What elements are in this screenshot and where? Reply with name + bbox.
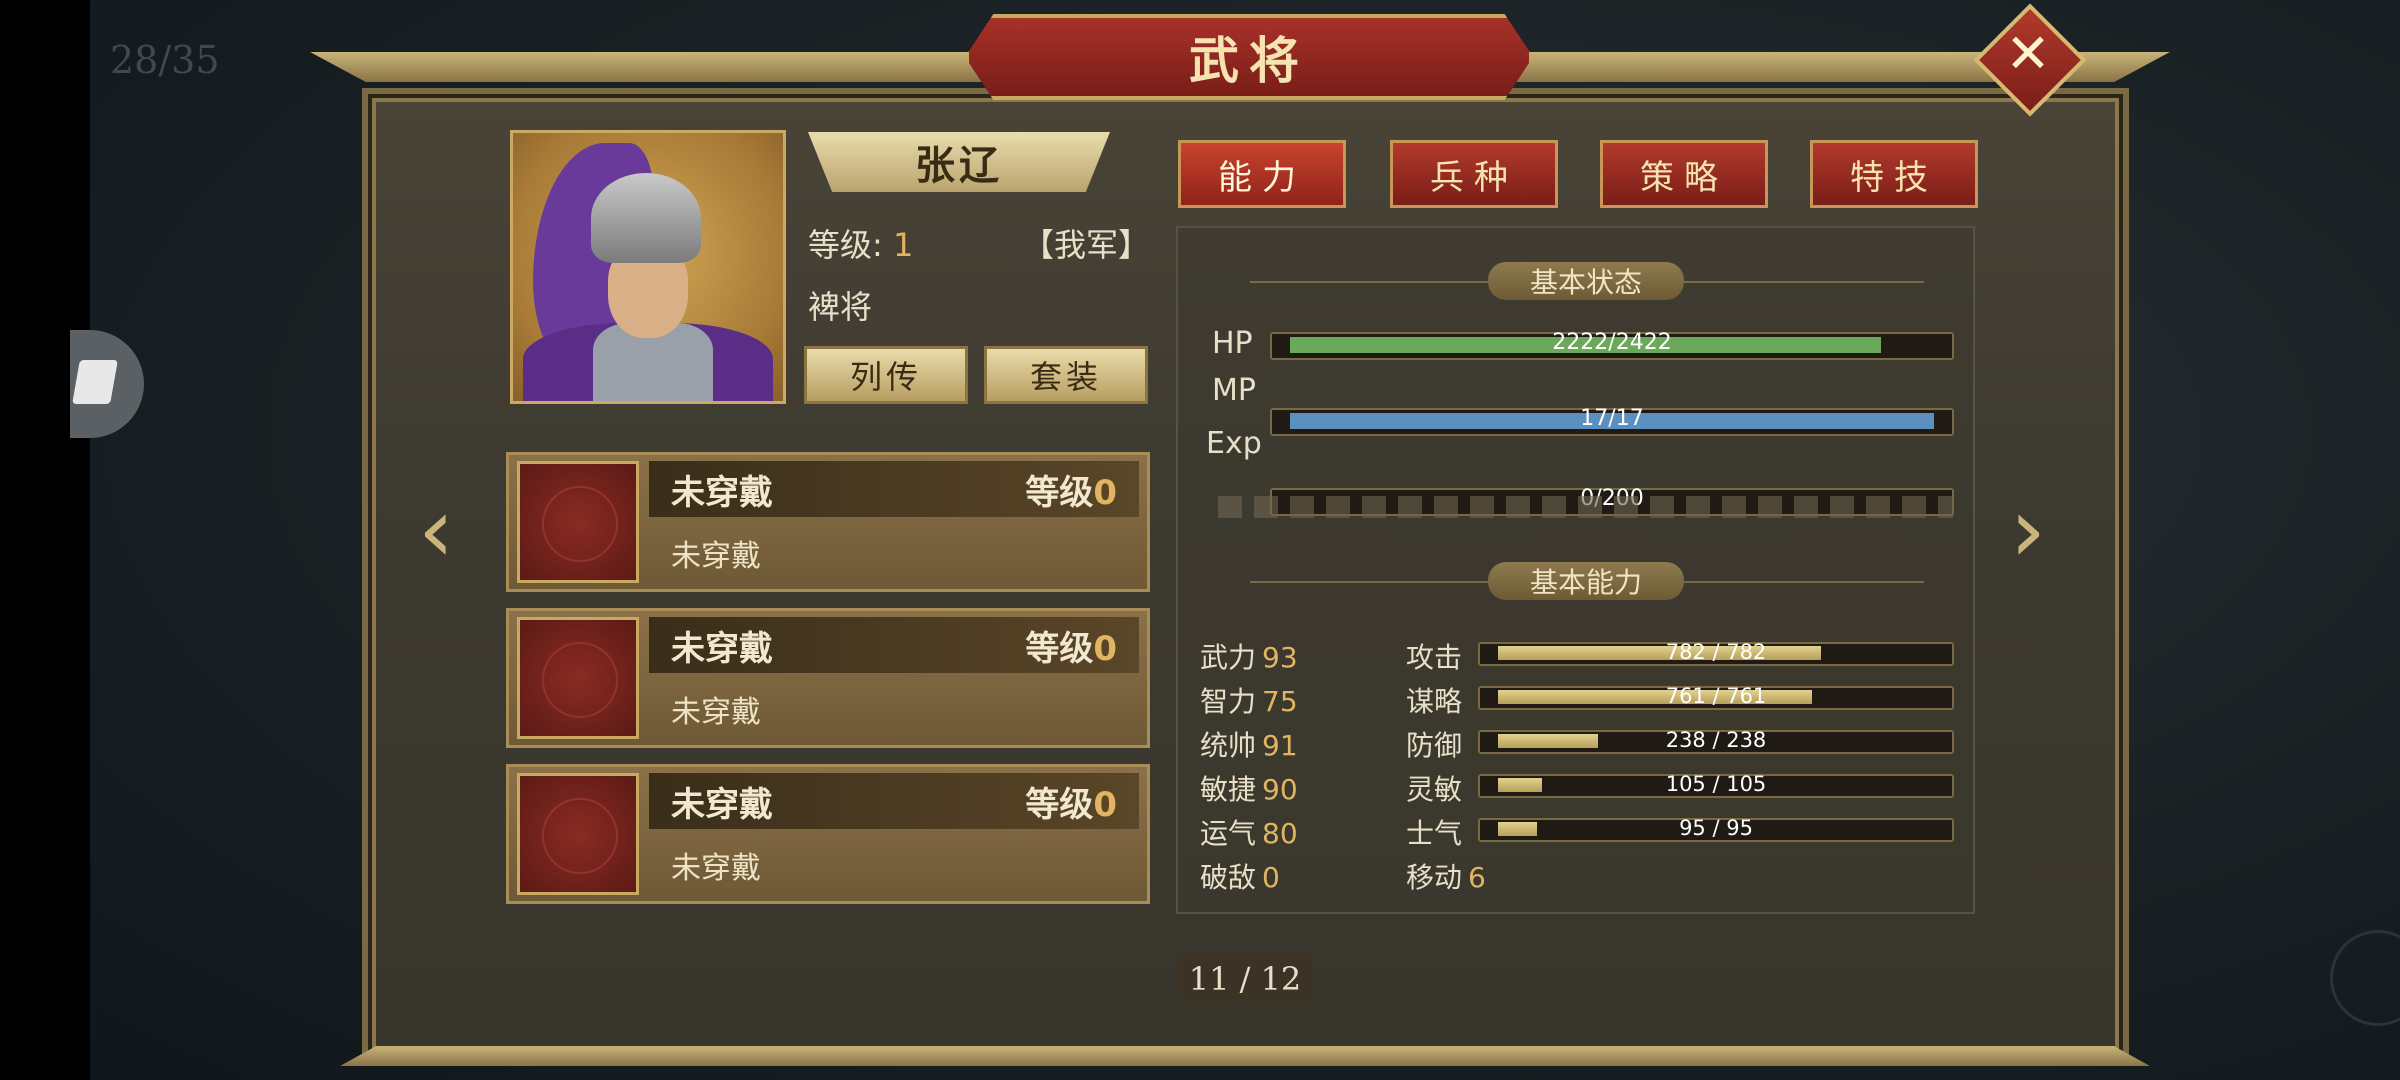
mp-bar: 17/17 — [1270, 406, 1954, 436]
equipment-sub: 未穿戴 — [671, 695, 761, 730]
derived-defense-bar: 238 / 238 — [1478, 728, 1954, 754]
derived-attack-label: 攻击 — [1406, 641, 1463, 674]
title-plaque: 武将 — [965, 14, 1533, 100]
page-title: 武将 — [1189, 32, 1309, 90]
set-button[interactable]: 套装 — [984, 346, 1148, 404]
prev-general-arrow-icon[interactable]: ‹ — [418, 486, 478, 576]
equipment-name: 未穿戴 — [671, 629, 773, 669]
derived-defense-label: 防御 — [1406, 729, 1463, 762]
equipment-sub: 未穿戴 — [671, 539, 761, 574]
equipment-empty-icon — [517, 461, 639, 583]
equipment-slot[interactable]: 未穿戴 等级0 未穿戴 — [506, 452, 1150, 592]
tab-ability[interactable]: 能力 — [1178, 140, 1346, 208]
equipment-empty-icon — [517, 773, 639, 895]
tab-troops[interactable]: 兵种 — [1390, 140, 1558, 208]
background-counter: 28/35 — [110, 38, 220, 82]
derived-strategy-label: 谋略 — [1406, 685, 1463, 718]
exp-label: Exp — [1206, 426, 1262, 461]
decorative-divider — [1218, 496, 1953, 518]
tab-strategy[interactable]: 策略 — [1600, 140, 1768, 208]
attr-luck: 运气 80 — [1200, 817, 1298, 850]
attr-force: 武力 93 — [1200, 641, 1298, 674]
tab-skill[interactable]: 特技 — [1810, 140, 1978, 208]
derived-attack-bar: 782 / 782 — [1478, 640, 1954, 666]
page-indicator: 11 / 12 — [1178, 954, 1312, 1004]
equipment-level: 等级0 — [1025, 629, 1117, 669]
general-name: 张辽 — [915, 143, 1003, 189]
hp-label: HP — [1212, 326, 1253, 361]
equipment-level: 等级0 — [1025, 473, 1117, 513]
derived-morale-bar: 95 / 95 — [1478, 816, 1954, 842]
level-line: 等级: 1 — [808, 220, 913, 266]
general-portrait — [510, 130, 786, 404]
attr-intelligence: 智力 75 — [1200, 685, 1298, 718]
hp-bar: 2222/2422 — [1270, 330, 1954, 360]
section-basic-status: 基本状态 — [1488, 262, 1684, 300]
close-icon[interactable]: ✕ — [1998, 24, 2058, 84]
derived-strategy-bar: 761 / 761 — [1478, 684, 1954, 710]
equipment-slot[interactable]: 未穿戴 等级0 未穿戴 — [506, 608, 1150, 748]
derived-agility-bar: 105 / 105 — [1478, 772, 1954, 798]
equipment-slot[interactable]: 未穿戴 等级0 未穿戴 — [506, 764, 1150, 904]
rank-text: 裨将 — [808, 288, 873, 326]
equipment-name: 未穿戴 — [671, 785, 773, 825]
hp-text: 2222/2422 — [1552, 330, 1672, 355]
level-value: 1 — [892, 226, 914, 264]
derived-move: 移动 6 — [1406, 861, 1486, 894]
panel-bottom-rail — [340, 1046, 2150, 1066]
army-badge: 【我军】 — [1022, 226, 1151, 264]
equipment-empty-icon — [517, 617, 639, 739]
attr-agility: 敏捷 90 — [1200, 773, 1298, 806]
equipment-name: 未穿戴 — [671, 473, 773, 513]
derived-agility-label: 灵敏 — [1406, 773, 1463, 806]
name-plaque: 张辽 — [808, 132, 1110, 192]
next-general-arrow-icon[interactable]: › — [2010, 486, 2070, 576]
equipment-sub: 未穿戴 — [671, 851, 761, 886]
bio-button[interactable]: 列传 — [804, 346, 968, 404]
attr-break: 破敌 0 — [1200, 861, 1280, 894]
mp-text: 17/17 — [1580, 406, 1644, 431]
attr-command: 统帅 91 — [1200, 729, 1298, 762]
derived-morale-label: 士气 — [1406, 817, 1463, 850]
mp-label: MP — [1212, 373, 1256, 408]
equipment-level: 等级0 — [1025, 785, 1117, 825]
section-basic-ability: 基本能力 — [1488, 562, 1684, 600]
level-label: 等级: — [808, 226, 883, 264]
